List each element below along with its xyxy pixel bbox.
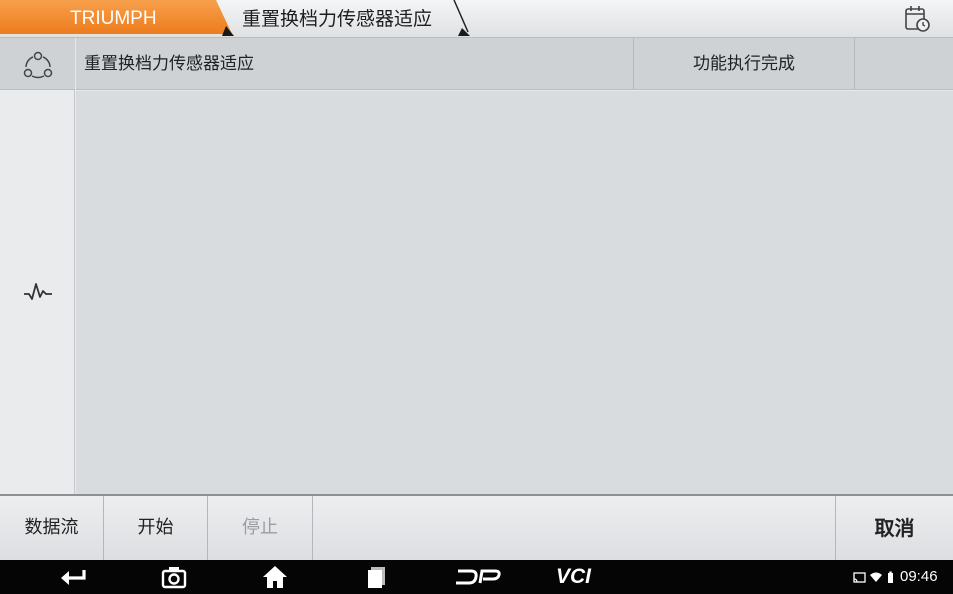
data-stream-button[interactable]: 数据流 xyxy=(0,496,104,560)
home-icon[interactable] xyxy=(262,565,288,589)
vci-button[interactable]: VCI xyxy=(556,560,591,594)
status-time: 09:46 xyxy=(900,568,938,585)
battery-icon xyxy=(888,571,893,583)
function-name: 重置换档力传感器适应 xyxy=(84,54,254,74)
status-icons xyxy=(853,571,893,583)
system-nav-bar: VCI 09:46 xyxy=(0,560,953,594)
breadcrumb-divider xyxy=(453,0,470,36)
share-icon[interactable] xyxy=(22,50,54,80)
header-divider xyxy=(854,38,855,90)
cast-icon xyxy=(853,572,866,583)
action-bar-spacer xyxy=(313,496,835,560)
start-button[interactable]: 开始 xyxy=(104,496,208,560)
dp-logo-icon[interactable] xyxy=(455,565,501,589)
app-window: TRIUMPH 重置换档力传感器适应 重置换档力传感器适应 功能执行完成 数据流… xyxy=(0,0,953,594)
cancel-button[interactable]: 取消 xyxy=(835,496,953,560)
function-status: 功能执行完成 xyxy=(693,54,795,74)
waveform-icon[interactable] xyxy=(22,279,54,305)
stop-button[interactable]: 停止 xyxy=(208,496,313,560)
action-bar: 数据流 开始 停止 取消 xyxy=(0,494,953,560)
left-rail xyxy=(0,38,75,494)
breadcrumb-title[interactable]: 重置换档力传感器适应 xyxy=(242,0,432,38)
wifi-icon xyxy=(870,572,882,582)
content-area xyxy=(76,91,953,494)
calendar-icon[interactable] xyxy=(902,4,932,34)
top-bar: TRIUMPH 重置换档力传感器适应 xyxy=(0,0,953,38)
back-icon[interactable] xyxy=(58,565,88,589)
function-header-row: 重置换档力传感器适应 功能执行完成 xyxy=(76,38,953,90)
rail-top-cell xyxy=(0,38,75,90)
recents-icon[interactable] xyxy=(365,565,389,589)
camera-icon[interactable] xyxy=(161,565,187,589)
breadcrumb-brand-label: TRIUMPH xyxy=(70,8,157,29)
